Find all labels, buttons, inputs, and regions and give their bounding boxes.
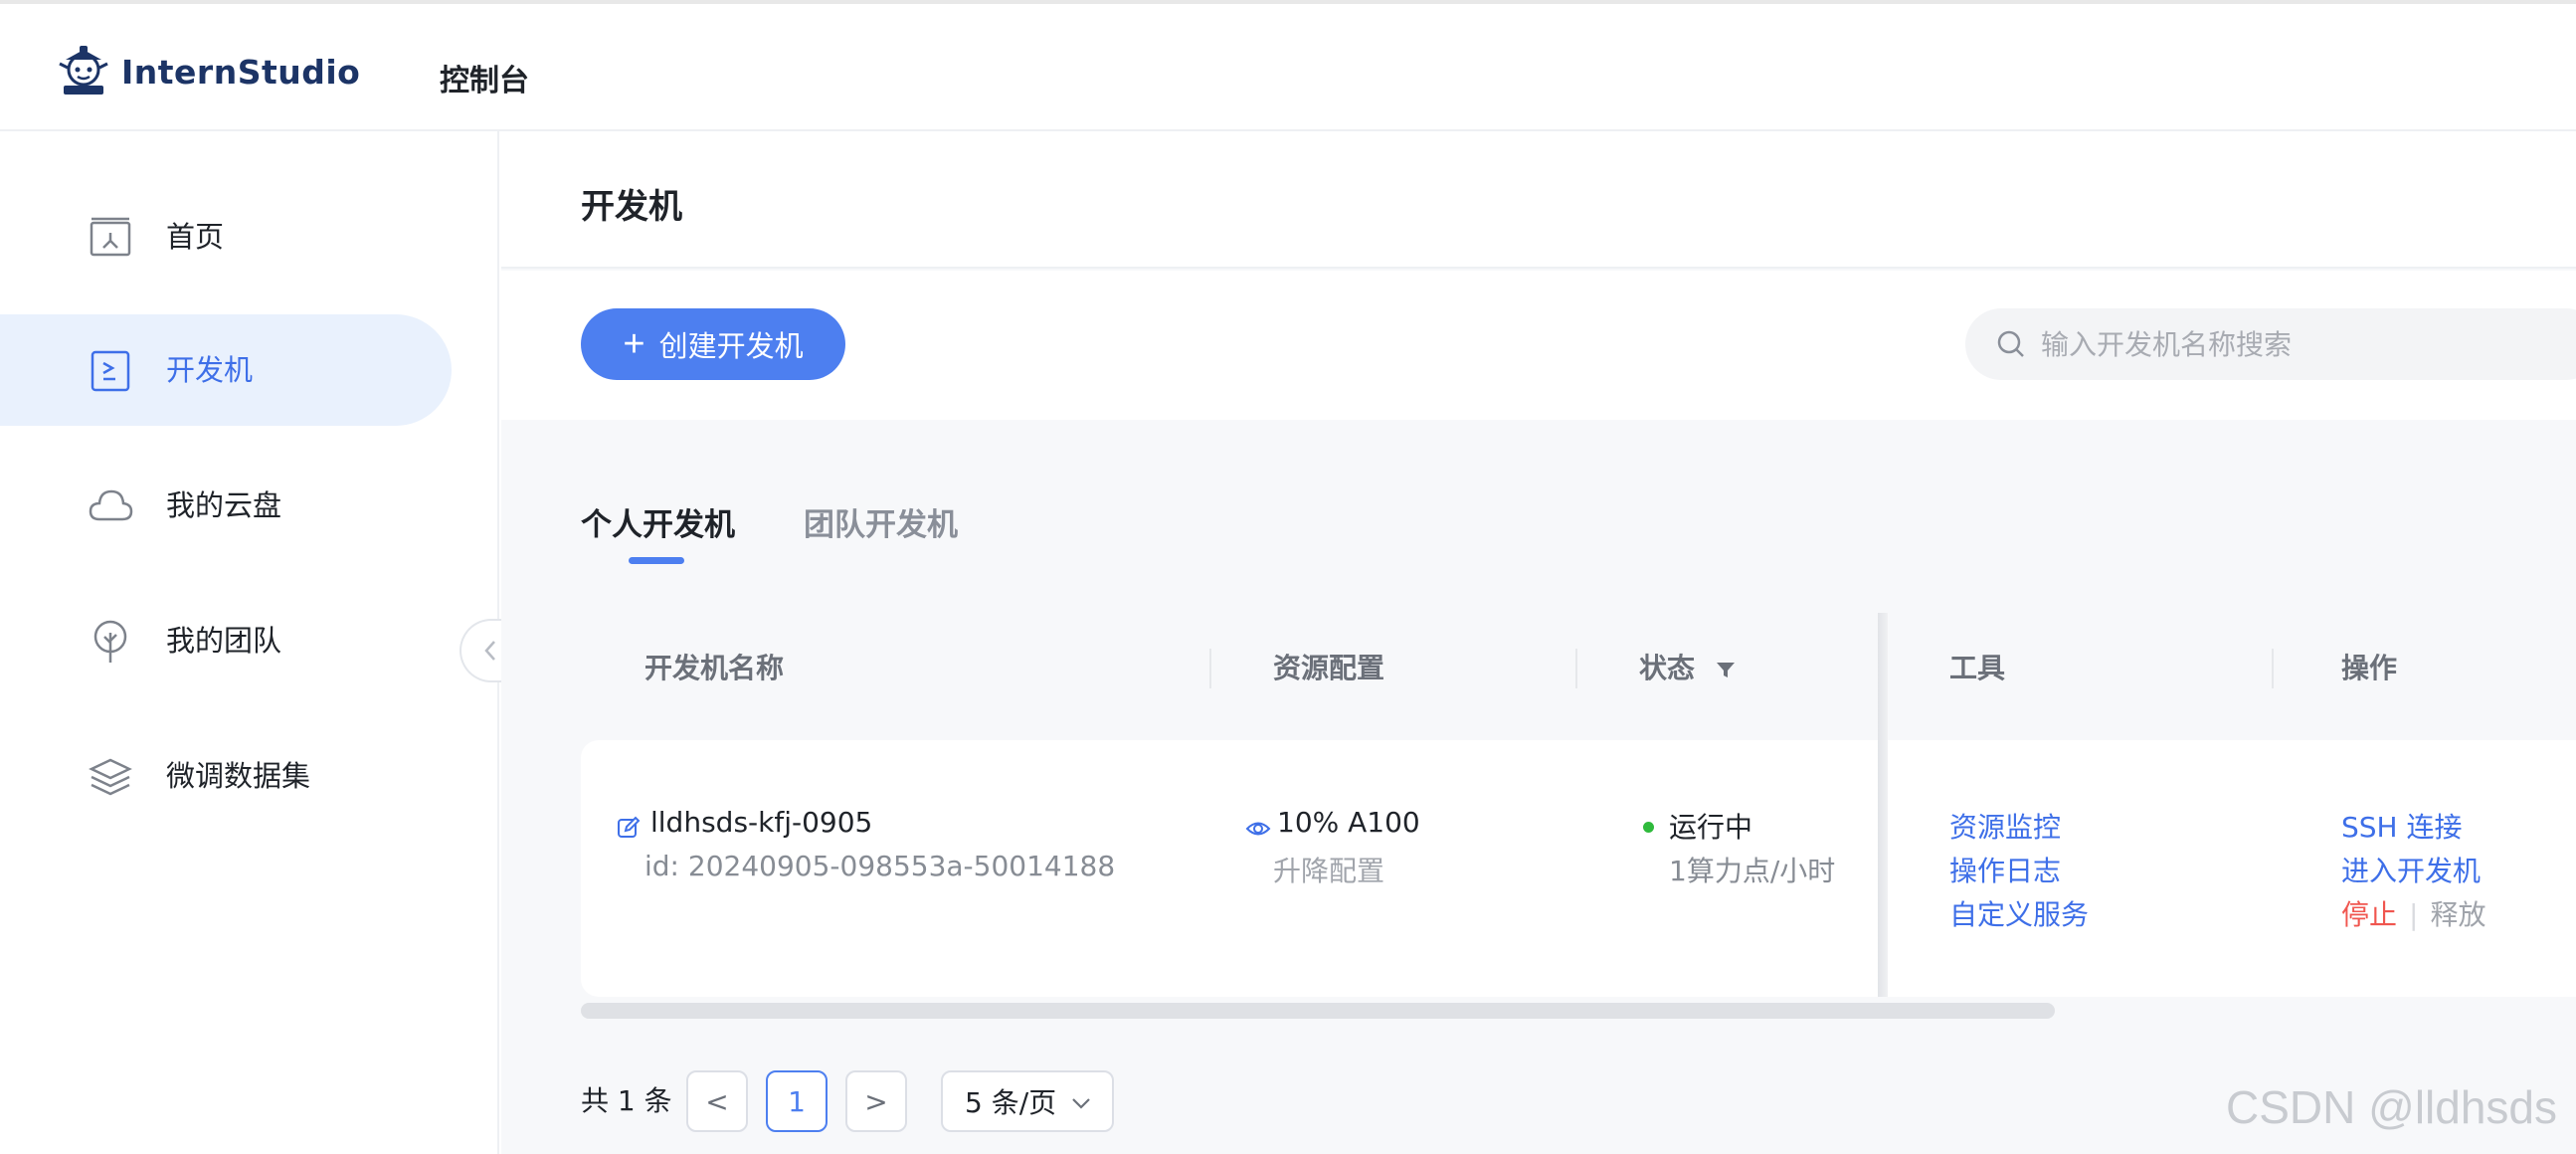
sidebar-item-devmachine[interactable]: 开发机 [0,314,452,426]
tab-personal-devmachine[interactable]: 个人开发机 [581,499,735,544]
plus-icon: + [623,323,645,365]
total-count: 共 1 条 [581,1084,672,1117]
column-header-status-label: 状态 [1639,652,1696,684]
search-icon [1997,330,2024,357]
column-header-status: 状态 [1639,613,1737,724]
stop-link[interactable]: 停止 [2341,898,2397,931]
sidebar-item-team[interactable]: 我的团队 [0,585,452,696]
column-header-actions: 操作 [2341,652,2398,684]
page-header: 开发机 [501,131,2576,269]
chevron-down-icon [1072,1098,1090,1109]
ops-stop-release: 停止 | 释放 [2341,893,2485,933]
page-title: 开发机 [581,187,682,227]
sidebar-item-finetune-dataset[interactable]: 微调数据集 [0,720,452,832]
top-header: InternStudio 控制台 [0,0,2576,131]
logo[interactable]: InternStudio [56,44,360,99]
create-button-label: 创建开发机 [658,331,804,363]
next-page-button[interactable]: > [845,1070,907,1132]
prev-page-button[interactable]: < [686,1070,748,1132]
column-divider [1575,649,1577,688]
cloud-icon [89,489,133,521]
resource-config: 10% A100 [1277,806,1420,839]
console-nav-label[interactable]: 控制台 [440,56,529,99]
main-content: 开发机 + 创建开发机 个人开发机 团队开发机 开发机名称 资源配置 状态 [501,131,2576,1154]
custom-service-link[interactable]: 自定义服务 [1949,893,2089,933]
column-divider [2272,649,2274,688]
fixed-column-shadow [1878,613,1888,997]
chevron-left-icon: < [705,1084,729,1118]
search-box[interactable] [1965,308,2576,380]
column-header-resource: 资源配置 [1273,652,1385,684]
page-size-value: 5 条/页 [965,1086,1057,1119]
sidebar-item-label: 微调数据集 [166,759,311,793]
release-link[interactable]: 释放 [2430,898,2485,931]
ssh-connect-link[interactable]: SSH 连接 [2341,806,2463,846]
resource-monitor-link[interactable]: 资源监控 [1949,806,2061,846]
search-input[interactable] [2041,327,2538,361]
page-size-select[interactable]: 5 条/页 [941,1070,1114,1132]
tree-icon [93,620,127,663]
sidebar-item-label: 我的云盘 [166,488,282,522]
devmachine-id: id: 20240905-098553a-50014188 [644,850,1116,882]
column-header-name: 开发机名称 [644,652,785,684]
tab-team-devmachine[interactable]: 团队开发机 [804,499,958,544]
toolbar: + 创建开发机 [501,271,2576,420]
logo-text: InternStudio [121,52,361,92]
divider: | [2409,898,2419,931]
home-icon [90,217,131,257]
sidebar-item-label: 开发机 [166,353,254,387]
horizontal-scrollbar[interactable] [581,1003,2055,1019]
status-text: 运行中 [1669,811,1753,844]
column-header-tools: 工具 [1949,652,2006,684]
filter-icon[interactable] [1715,659,1737,680]
chevron-left-icon [484,641,495,661]
sidebar-item-home[interactable]: 首页 [0,181,452,292]
active-tab-indicator [629,557,684,564]
logo-icon [59,46,108,95]
table-row: lldhsds-kfj-0905 id: 20240905-098553a-50… [581,613,2576,997]
edit-icon[interactable] [617,816,641,840]
pagination: 共 1 条 < 1 > 5 条/页 [581,1070,1377,1132]
enter-devmachine-link[interactable]: 进入开发机 [2341,850,2481,889]
sidebar: 首页 开发机 我的云盘 我的团队 微调数据集 [0,131,519,1154]
cost-text: 1算力点/小时 [1669,855,1836,887]
devmachine-name: lldhsds-kfj-0905 [650,806,873,839]
status-running-dot [1643,822,1654,833]
sidebar-item-label: 首页 [166,220,225,254]
eye-icon[interactable] [1245,816,1271,842]
layers-icon [89,758,132,796]
table-header: 开发机名称 资源配置 状态 工具 操作 [581,613,2576,724]
chevron-right-icon: > [864,1084,888,1118]
sidebar-item-label: 我的团队 [166,624,282,658]
terminal-icon [91,350,130,392]
watermark: CSDN @lldhsds [2226,1081,2558,1133]
create-devmachine-button[interactable]: + 创建开发机 [581,308,845,380]
operation-log-link[interactable]: 操作日志 [1949,850,2061,889]
sidebar-item-cloud-drive[interactable]: 我的云盘 [0,450,452,561]
column-divider [1209,649,1211,688]
page-number-button[interactable]: 1 [766,1070,828,1132]
resize-config-link[interactable]: 升降配置 [1273,850,1384,889]
